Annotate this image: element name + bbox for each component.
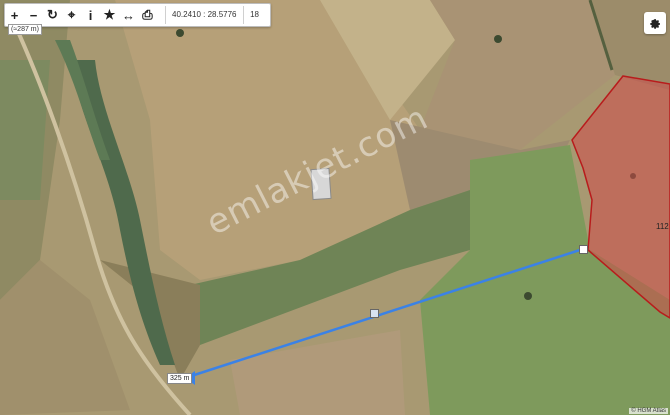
- zoom-level: 18: [242, 6, 266, 24]
- zoom-in-button[interactable]: +: [5, 4, 24, 26]
- measure-icon[interactable]: ↔: [119, 4, 138, 26]
- parcel-label: 112: [656, 222, 669, 231]
- measurement-mid-handle[interactable]: [370, 309, 379, 318]
- map-toolbar: + − ↻ ⌖ i ★ ↔ ⎙ 40.2410 : 28.5776 18: [4, 3, 271, 27]
- distance-label: 325 m: [167, 373, 193, 384]
- star-icon[interactable]: ★: [100, 4, 119, 26]
- coordinates-readout: 40.2410 : 28.5776: [165, 6, 243, 24]
- measurement-end-handle[interactable]: [579, 245, 588, 254]
- scale-badge: (≈287 m): [8, 24, 42, 35]
- settings-button[interactable]: [644, 12, 666, 34]
- measurement-line[interactable]: [184, 247, 584, 380]
- parcel-overlay[interactable]: [0, 0, 670, 415]
- zoom-out-button[interactable]: −: [24, 4, 43, 26]
- locate-icon[interactable]: ⌖: [62, 4, 81, 26]
- refresh-icon[interactable]: ↻: [43, 4, 62, 26]
- gear-icon: [650, 19, 660, 29]
- parcel-polygon[interactable]: [571, 75, 670, 319]
- map-attribution: © HGM Atlas: [629, 408, 668, 414]
- map-view[interactable]: emlakjet.com + − ↻ ⌖ i ★ ↔ ⎙ 40.2410 : 2…: [0, 0, 670, 415]
- info-icon[interactable]: i: [81, 4, 100, 26]
- print-icon[interactable]: ⎙: [138, 4, 157, 26]
